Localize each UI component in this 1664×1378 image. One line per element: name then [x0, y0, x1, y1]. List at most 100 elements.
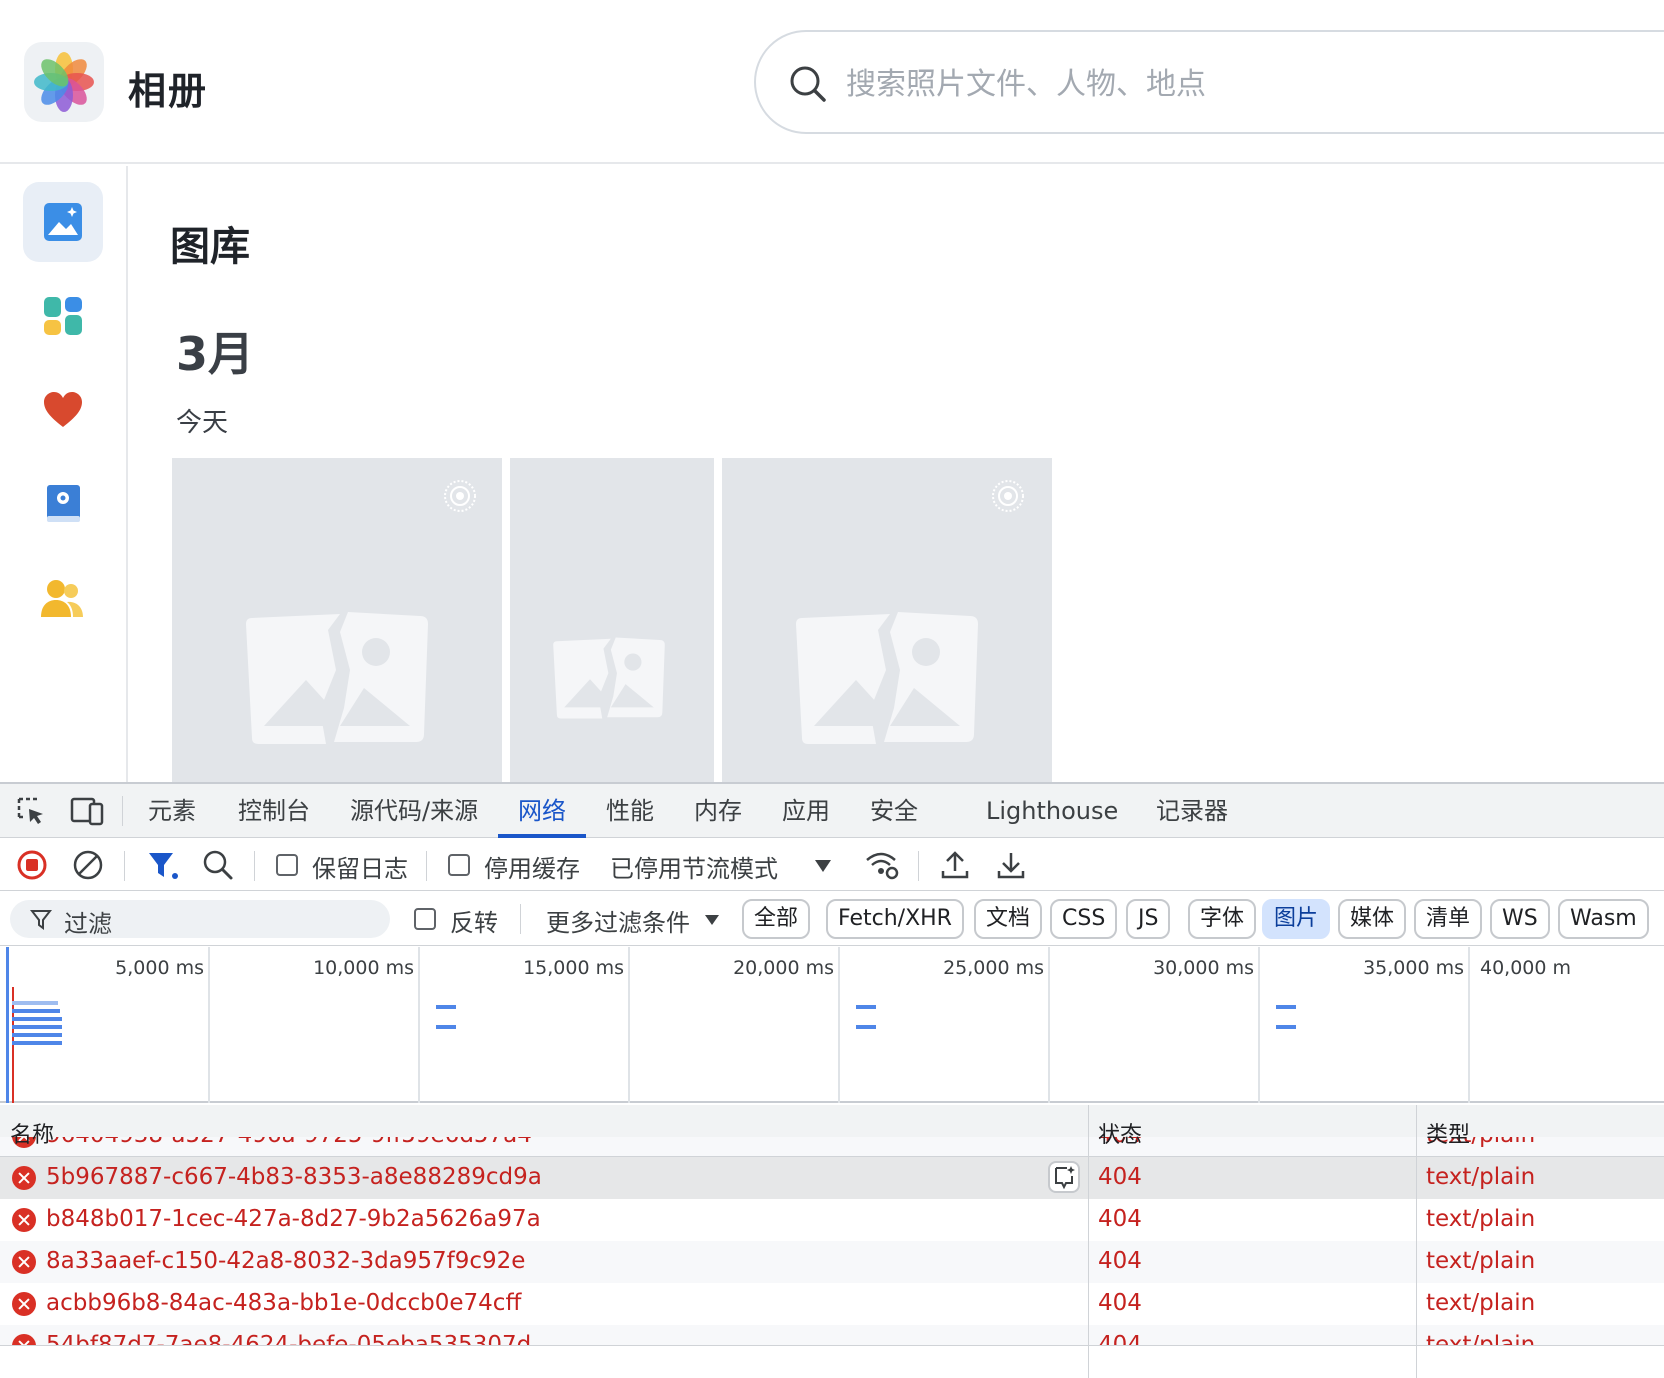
tab-security[interactable]: 安全 — [870, 784, 918, 838]
error-icon — [12, 1334, 36, 1345]
tab-application[interactable]: 应用 — [782, 784, 830, 838]
photo-thumbnail[interactable] — [722, 458, 1052, 782]
live-photo-icon — [992, 480, 1024, 512]
request-name: 8a33aaef-c150-42a8-8032-3da957f9c92e — [46, 1248, 526, 1274]
app-title: 相册 — [128, 69, 209, 113]
request-status: 404 — [1098, 1248, 1142, 1274]
people-icon — [41, 580, 83, 617]
chip-css[interactable]: CSS — [1050, 899, 1118, 939]
filter-icon — [30, 910, 52, 930]
timeline-request-bar — [12, 1009, 60, 1013]
filter-funnel-icon[interactable] — [146, 849, 180, 881]
chip-fetch-xhr[interactable]: Fetch/XHR — [826, 899, 964, 939]
chip-media[interactable]: 媒体 — [1338, 899, 1407, 939]
chip-js[interactable]: JS — [1126, 899, 1171, 939]
gallery-content: 图库 3月 今天 — [130, 166, 1664, 782]
table-row[interactable]: 5b967887-c667-4b83-8353-a8e88289cd9a 404… — [0, 1157, 1664, 1199]
timeline-gridline — [1258, 947, 1260, 1103]
broken-image-icon — [796, 612, 978, 744]
inspect-element-icon[interactable] — [16, 796, 46, 826]
more-filters-dropdown[interactable]: 更多过滤条件 — [546, 903, 690, 938]
table-footer-area — [0, 1345, 1664, 1378]
request-type: text/plain — [1426, 1290, 1536, 1316]
photos-app: 相册 搜索照片文件、人物、地点 图库 3月 今天 — [0, 0, 1664, 782]
timeline-label: 20,000 ms — [733, 957, 834, 979]
search-icon[interactable] — [202, 849, 234, 881]
filter-input[interactable]: 过滤 — [10, 900, 390, 938]
network-conditions-icon[interactable] — [864, 849, 900, 881]
sidebar-item-gallery[interactable] — [23, 182, 103, 262]
tab-elements[interactable]: 元素 — [148, 784, 196, 838]
sidebar-item-albums[interactable] — [23, 276, 103, 356]
clear-icon[interactable] — [72, 849, 104, 881]
app-logo[interactable] — [24, 42, 104, 122]
tab-recorder[interactable]: 记录器 — [1156, 784, 1228, 838]
photo-thumbnail[interactable] — [510, 458, 714, 782]
timeline-label: 40,000 m — [1480, 957, 1572, 979]
throttling-select[interactable]: 已停用节流模式 — [610, 849, 778, 884]
tab-divider — [122, 796, 123, 826]
column-header-status[interactable]: 状态 — [1098, 1117, 1142, 1149]
export-download-icon[interactable] — [996, 849, 1026, 881]
timeline-gridline — [1468, 947, 1470, 1103]
invert-checkbox[interactable] — [414, 908, 436, 930]
network-overview-timeline[interactable]: 5,000 ms 10,000 ms 15,000 ms 20,000 ms 2… — [0, 947, 1664, 1103]
albums-icon — [44, 297, 82, 335]
table-row[interactable]: 8a33aaef-c150-42a8-8032-3da957f9c92e 404… — [0, 1241, 1664, 1283]
table-row[interactable]: b848b017-1cec-427a-8d27-9b2a5626a97a 404… — [0, 1199, 1664, 1241]
tab-memory[interactable]: 内存 — [694, 784, 742, 838]
request-name: b848b017-1cec-427a-8d27-9b2a5626a97a — [46, 1206, 541, 1232]
sidebar-item-favorites[interactable] — [23, 370, 103, 450]
chip-ws[interactable]: WS — [1490, 899, 1550, 939]
column-divider — [1088, 1105, 1089, 1378]
tab-network[interactable]: 网络 — [518, 784, 566, 838]
request-status: 404 — [1098, 1290, 1142, 1316]
filter-placeholder: 过滤 — [64, 910, 112, 938]
disable-cache-checkbox[interactable] — [448, 854, 470, 876]
active-tab-indicator — [498, 834, 586, 838]
tab-performance[interactable]: 性能 — [606, 784, 654, 838]
tab-sources[interactable]: 源代码/来源 — [350, 784, 478, 838]
chip-wasm[interactable]: Wasm — [1558, 899, 1649, 939]
request-type: text/plain — [1426, 1164, 1536, 1190]
stop-recording-icon[interactable] — [16, 849, 48, 881]
live-photo-icon — [444, 480, 476, 512]
chip-font[interactable]: 字体 — [1188, 899, 1257, 939]
timeline-request-bar — [12, 1001, 58, 1005]
ai-assist-icon[interactable] — [1048, 1161, 1080, 1193]
chip-all[interactable]: 全部 — [742, 899, 811, 939]
broken-image-icon — [246, 612, 428, 744]
chip-doc[interactable]: 文档 — [974, 899, 1043, 939]
tab-console[interactable]: 控制台 — [238, 784, 310, 838]
search-input[interactable] — [846, 60, 1546, 108]
column-header-type[interactable]: 类型 — [1426, 1117, 1470, 1149]
timeline-gridline — [418, 947, 420, 1103]
timeline-gridline — [208, 947, 210, 1103]
sidebar-item-memories[interactable] — [23, 464, 103, 544]
column-header-name[interactable]: 名称 — [10, 1117, 54, 1149]
request-status: 404 — [1098, 1164, 1142, 1190]
photo-thumbnail[interactable] — [172, 458, 502, 782]
chip-img[interactable]: 图片 — [1262, 899, 1331, 939]
chip-manifest[interactable]: 清单 — [1414, 899, 1483, 939]
import-upload-icon[interactable] — [940, 849, 970, 881]
photos-flower-icon — [34, 52, 94, 112]
search-bar[interactable] — [754, 30, 1664, 134]
chevron-down-icon[interactable] — [814, 859, 832, 873]
request-name: 96404938-a527-496a-9725-9ff59e6d57a4 — [46, 1137, 532, 1148]
timeline-request-bar — [12, 1017, 62, 1021]
timeline-label: 30,000 ms — [1153, 957, 1254, 979]
device-toolbar-icon[interactable] — [70, 796, 104, 826]
chevron-down-icon[interactable] — [704, 914, 720, 926]
sidebar — [0, 166, 128, 782]
sidebar-item-people[interactable] — [23, 558, 103, 638]
column-divider — [1416, 1105, 1417, 1378]
table-row[interactable]: 96404938-a527-496a-9725-9ff59e6d57a4 404… — [0, 1137, 1664, 1157]
tab-lighthouse[interactable]: Lighthouse — [986, 784, 1118, 838]
timeline-request-bar — [436, 1025, 456, 1029]
preserve-log-checkbox[interactable] — [276, 854, 298, 876]
table-row[interactable]: 54bf87d7-7ae8-4624-befe-05eba535307d 404… — [0, 1325, 1664, 1345]
request-type: text/plain — [1426, 1332, 1536, 1345]
table-row[interactable]: acbb96b8-84ac-483a-bb1e-0dccb0e74cff 404… — [0, 1283, 1664, 1325]
favorites-heart-icon — [44, 392, 82, 427]
